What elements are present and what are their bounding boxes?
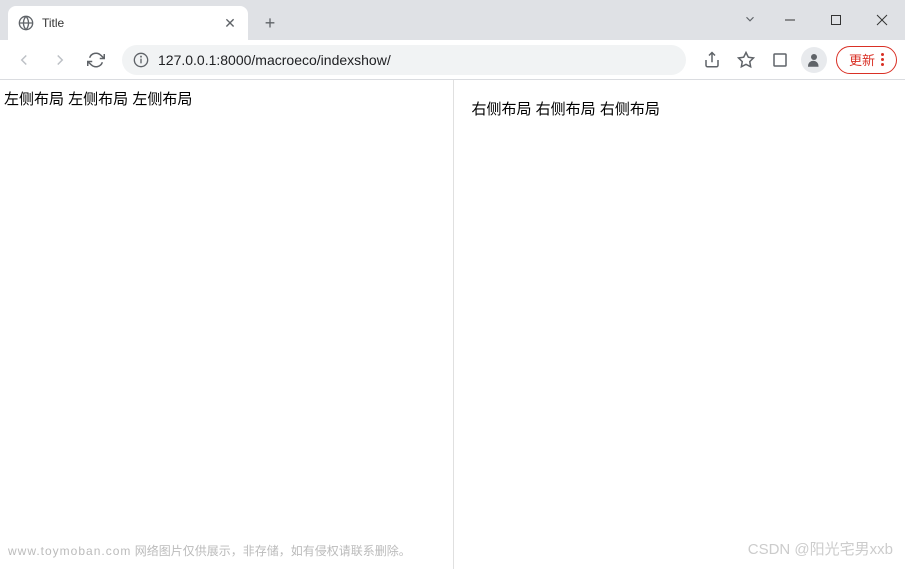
page-content: 左侧布局 左侧布局 左侧布局 右侧布局 右侧布局 右侧布局 www.toymob… [0,80,905,569]
right-pane: 右侧布局 右侧布局 右侧布局 [453,80,905,569]
left-pane-text: 左侧布局 左侧布局 左侧布局 [4,91,192,108]
forward-button[interactable] [44,44,76,76]
close-window-button[interactable] [859,0,905,40]
browser-tab[interactable]: Title ✕ [8,6,248,40]
address-bar[interactable]: 127.0.0.1:8000/macroeco/indexshow/ [122,45,686,75]
close-icon[interactable]: ✕ [222,15,238,31]
profile-button[interactable] [798,44,830,76]
window-controls [743,0,905,40]
url-text: 127.0.0.1:8000/macroeco/indexshow/ [158,52,676,68]
share-icon[interactable] [696,44,728,76]
extensions-icon[interactable] [764,44,796,76]
menu-dots-icon [881,53,884,66]
watermark-left: www.toymoban.com 网络图片仅供展示，非存储，如有侵权请联系删除。 [8,542,411,559]
right-pane-text: 右侧布局 右侧布局 右侧布局 [472,101,660,118]
reload-button[interactable] [80,44,112,76]
watermark-text: 网络图片仅供展示，非存储，如有侵权请联系删除。 [135,544,411,558]
back-button[interactable] [8,44,40,76]
watermark-domain: www.toymoban.com [8,544,131,558]
update-button[interactable]: 更新 [836,46,897,74]
left-pane: 左侧布局 左侧布局 左侧布局 [0,80,453,569]
minimize-button[interactable] [767,0,813,40]
profile-icon [801,47,827,73]
browser-toolbar: 127.0.0.1:8000/macroeco/indexshow/ 更新 [0,40,905,80]
site-info-icon[interactable] [132,51,150,69]
watermark-right: CSDN @阳光宅男xxb [748,538,893,559]
tab-title: Title [42,16,222,30]
maximize-button[interactable] [813,0,859,40]
tab-strip: Title ✕ + [0,0,905,40]
bookmark-icon[interactable] [730,44,762,76]
update-label: 更新 [849,50,875,69]
toolbar-right: 更新 [696,44,897,76]
chevron-down-icon[interactable] [743,12,757,29]
new-tab-button[interactable]: + [256,9,284,37]
globe-icon [18,15,34,31]
